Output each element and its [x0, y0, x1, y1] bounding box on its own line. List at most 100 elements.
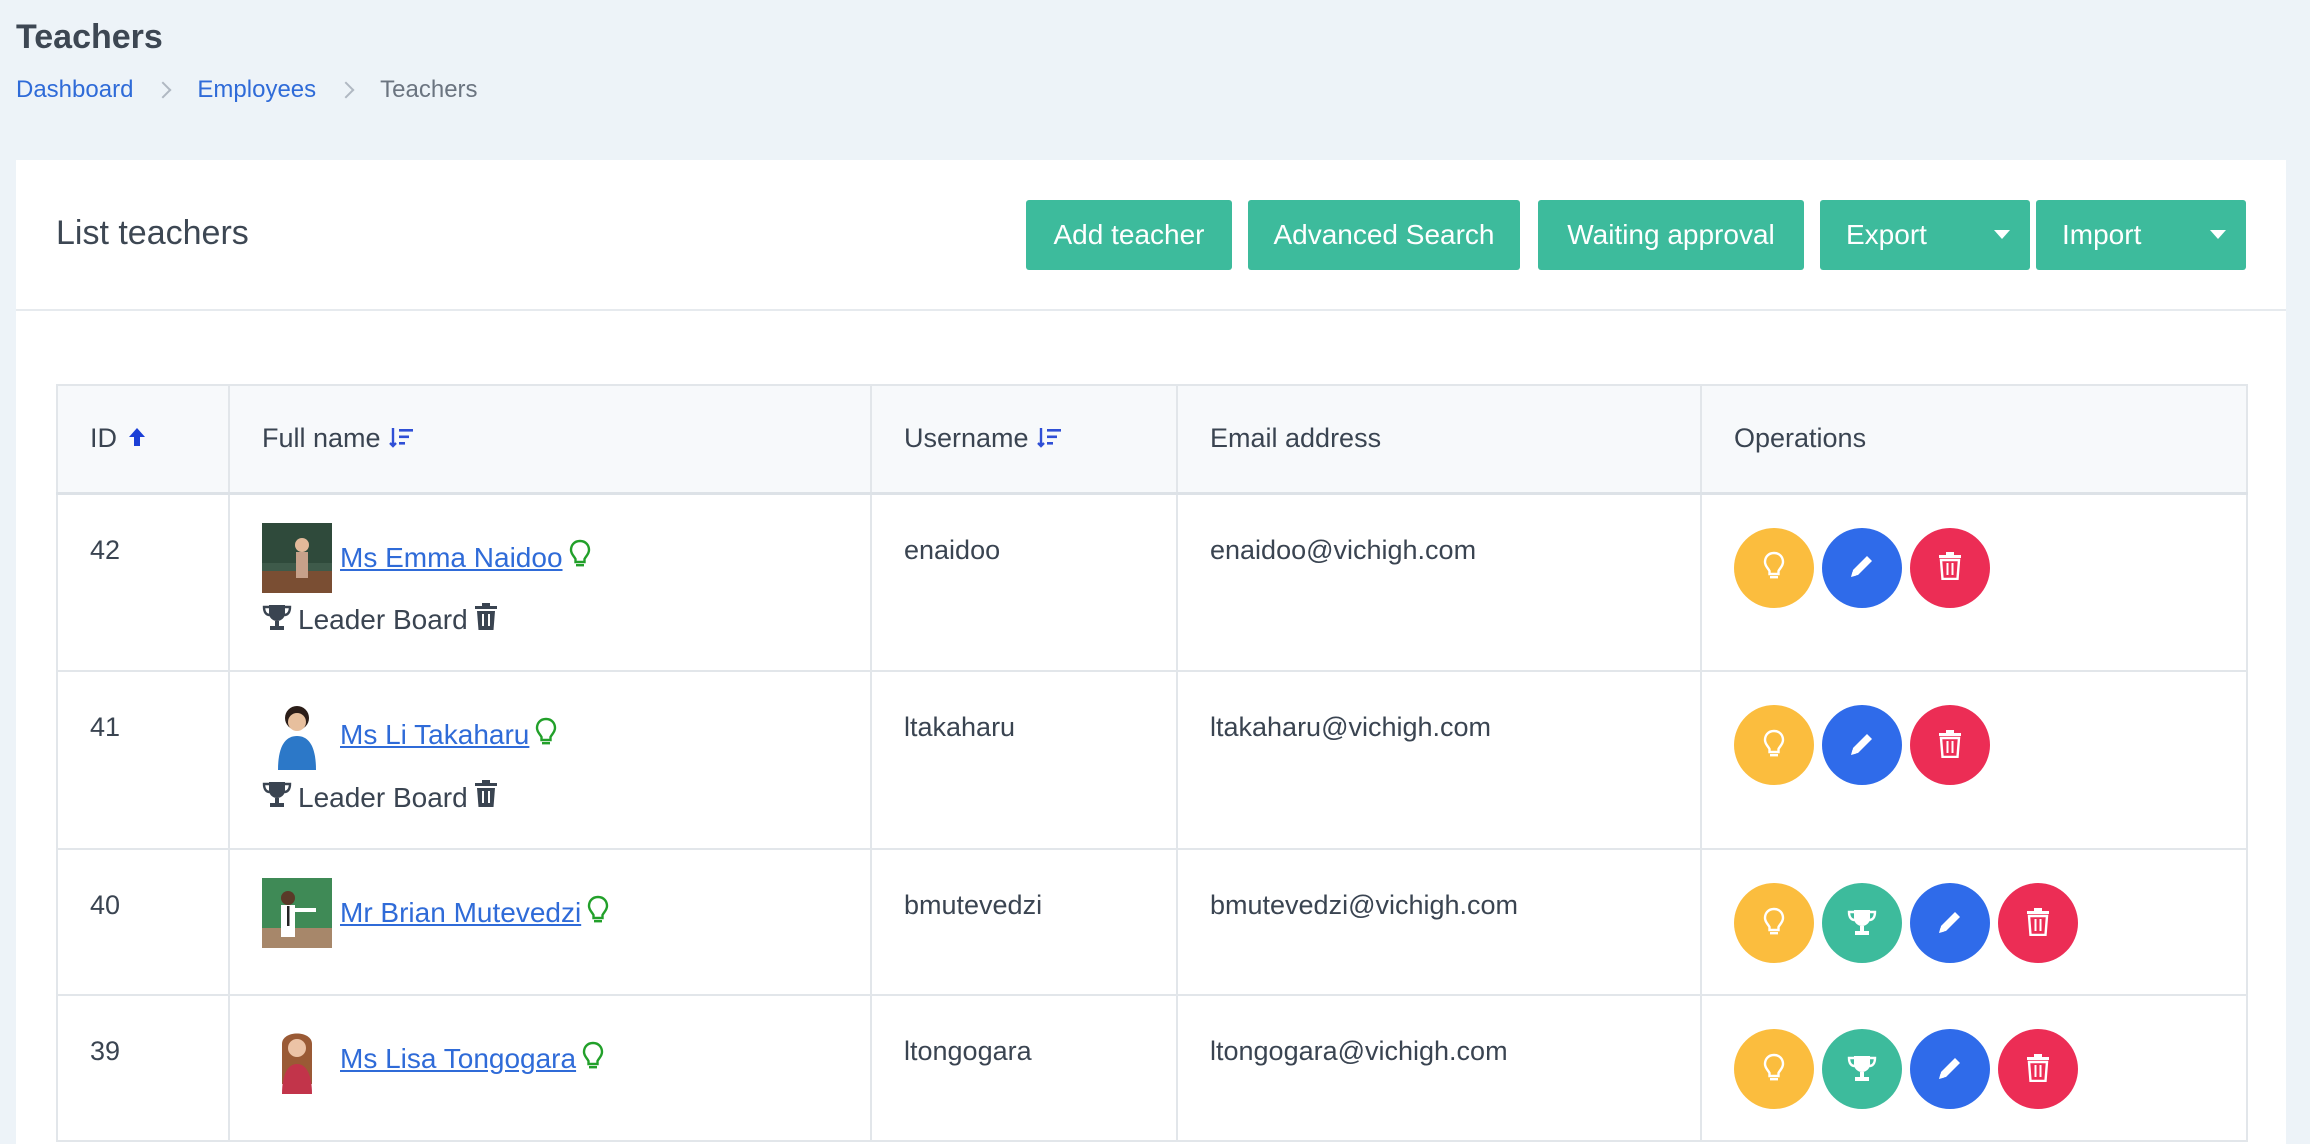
add-teacher-button[interactable]: Add teacher [1026, 200, 1232, 270]
breadcrumb-dashboard[interactable]: Dashboard [16, 76, 133, 104]
delete-button[interactable] [1998, 883, 2078, 963]
pencil-icon [1936, 1054, 1964, 1085]
delete-button[interactable] [1998, 1029, 2078, 1109]
teachers-card: List teachers Add teacher Advanced Searc… [16, 160, 2286, 1144]
card-title: List teachers [56, 214, 249, 252]
cell-email: enaidoo@vichigh.com [1176, 492, 1702, 672]
cell-email: bmutevedzi@vichigh.com [1176, 848, 1702, 996]
teacher-name-link[interactable]: Ms Li Takaharu [340, 719, 529, 751]
breadcrumb-current: Teachers [380, 76, 478, 103]
import-label: Import [2062, 219, 2142, 250]
advanced-search-button[interactable]: Advanced Search [1248, 200, 1520, 270]
export-label: Export [1846, 219, 1927, 250]
delete-button[interactable] [1910, 705, 1990, 785]
avatar [262, 700, 332, 770]
header-email: Email address [1176, 384, 1702, 495]
lightbulb-icon [1763, 1053, 1785, 1086]
header-full-name[interactable]: Full name [228, 384, 872, 495]
approve-button[interactable] [1734, 527, 1814, 608]
teachers-table: ID Full name Username Email address Oper… [56, 384, 2248, 1142]
cell-id: 39 [56, 994, 230, 1142]
cell-id: 40 [56, 848, 230, 996]
leader-board-label[interactable]: Leader Board [298, 604, 468, 636]
cell-full-name: Ms Lisa Tongogara [228, 994, 872, 1142]
header-username[interactable]: Username [870, 384, 1178, 495]
edit-button[interactable] [1822, 705, 1902, 785]
card-header: List teachers Add teacher Advanced Searc… [16, 160, 2286, 311]
export-dropdown-button[interactable]: Export [1820, 200, 2030, 270]
caret-down-icon [2210, 230, 2226, 239]
teacher-name-link[interactable]: Mr Brian Mutevedzi [340, 897, 581, 929]
page-title: Teachers [16, 18, 163, 56]
leader-board-line: Leader Board [262, 780, 838, 815]
table-row: 42 Ms Emma Naidoo Leader Board enaidoo e… [56, 492, 2248, 672]
edit-button[interactable] [1822, 527, 1902, 608]
chevron-right-icon [337, 81, 355, 99]
lightbulb-icon[interactable] [569, 539, 591, 576]
trash-icon [1938, 552, 1962, 583]
cell-username: enaidoo [870, 492, 1178, 672]
trash-icon [2026, 907, 2050, 939]
leader-board-button[interactable] [1822, 1029, 1902, 1109]
trash-icon [1938, 729, 1962, 761]
trash-icon[interactable] [474, 780, 504, 815]
breadcrumb-employees[interactable]: Employees [197, 76, 316, 104]
cell-operations [1700, 848, 2248, 996]
cell-email: ltakaharu@vichigh.com [1176, 670, 1702, 850]
pencil-icon [1848, 552, 1876, 583]
lightbulb-icon[interactable] [582, 1041, 604, 1078]
teachers-table-wrapper: ID Full name Username Email address Oper… [56, 384, 2248, 1142]
chevron-right-icon [154, 81, 172, 99]
cell-username: ltongogara [870, 994, 1178, 1142]
trash-icon [2026, 1053, 2050, 1085]
avatar [262, 1024, 332, 1094]
leader-board-label[interactable]: Leader Board [298, 782, 468, 814]
edit-button[interactable] [1910, 883, 1990, 963]
cell-full-name: Ms Emma Naidoo Leader Board [228, 492, 872, 672]
waiting-approval-button[interactable]: Waiting approval [1538, 200, 1804, 270]
cell-full-name: Mr Brian Mutevedzi [228, 848, 872, 996]
trophy-icon[interactable] [262, 603, 298, 638]
sort-lines-icon [388, 424, 415, 455]
avatar [262, 878, 332, 948]
lightbulb-icon [1763, 729, 1785, 762]
table-header-row: ID Full name Username Email address Oper… [56, 384, 2248, 495]
delete-button[interactable] [1910, 527, 1990, 608]
table-row: 39 Ms Lisa Tongogara ltongogara ltongoga… [56, 994, 2248, 1142]
trophy-icon [1847, 1054, 1877, 1085]
trophy-icon [1847, 908, 1877, 939]
cell-operations [1700, 670, 2248, 850]
lightbulb-icon [1763, 907, 1785, 940]
teacher-name-link[interactable]: Ms Emma Naidoo [340, 542, 563, 574]
cell-username: bmutevedzi [870, 848, 1178, 996]
cell-operations [1700, 994, 2248, 1142]
edit-button[interactable] [1910, 1029, 1990, 1109]
sort-lines-icon [1036, 424, 1063, 455]
cell-id: 41 [56, 670, 230, 850]
breadcrumb: Dashboard Employees Teachers [16, 76, 478, 104]
approve-button[interactable] [1734, 705, 1814, 785]
lightbulb-icon[interactable] [535, 717, 557, 754]
header-id[interactable]: ID [56, 384, 230, 495]
teacher-name-link[interactable]: Ms Lisa Tongogara [340, 1043, 576, 1075]
header-operations: Operations [1700, 384, 2248, 495]
import-dropdown-button[interactable]: Import [2036, 200, 2246, 270]
cell-id: 42 [56, 492, 230, 672]
approve-button[interactable] [1734, 1029, 1814, 1109]
leader-board-button[interactable] [1822, 883, 1902, 963]
cell-username: ltakaharu [870, 670, 1178, 850]
trash-icon[interactable] [474, 602, 504, 638]
cell-email: ltongogara@vichigh.com [1176, 994, 1702, 1142]
caret-down-icon [1994, 230, 2010, 239]
cell-full-name: Ms Li Takaharu Leader Board [228, 670, 872, 850]
pencil-icon [1848, 730, 1876, 761]
cell-operations [1700, 492, 2248, 672]
avatar [262, 522, 332, 593]
arrow-up-icon [127, 424, 147, 455]
lightbulb-icon[interactable] [587, 895, 609, 932]
lightbulb-icon [1763, 551, 1785, 584]
trophy-icon[interactable] [262, 780, 298, 815]
approve-button[interactable] [1734, 883, 1814, 963]
pencil-icon [1936, 908, 1964, 939]
table-row: 40 Mr Brian Mutevedzi bmutevedzi bmuteve… [56, 848, 2248, 996]
